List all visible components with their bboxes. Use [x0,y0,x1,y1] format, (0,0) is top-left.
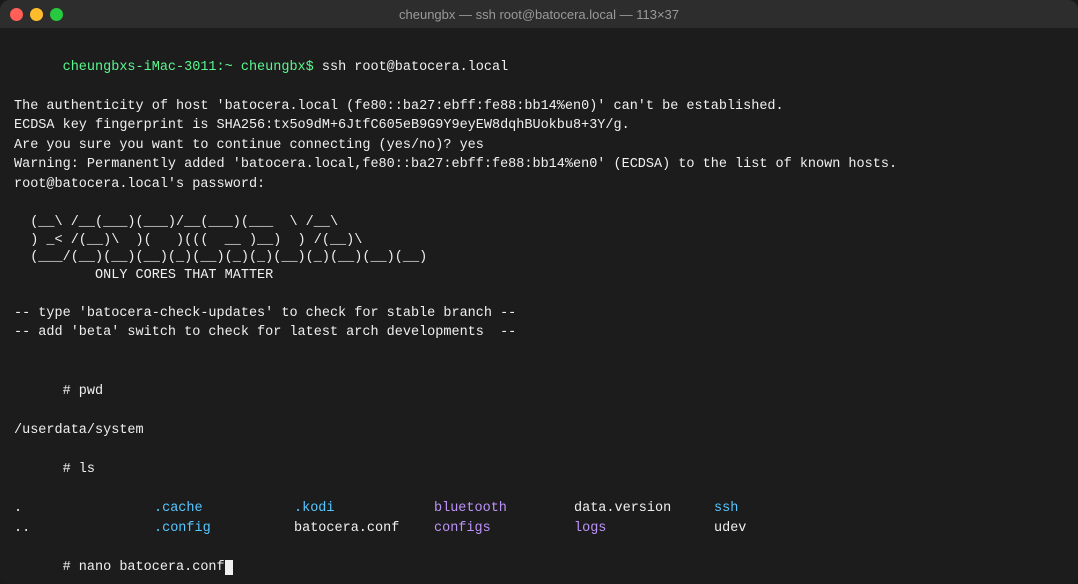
close-button[interactable] [10,8,23,21]
ls-cell-config: .config [154,519,294,539]
ecdsa-line: ECDSA key fingerprint is SHA256:tx5o9dM+… [14,116,1064,136]
terminal-window: cheungbx — ssh root@batocera.local — 113… [0,0,1078,584]
auth-line: The authenticity of host 'batocera.local… [14,97,1064,117]
ls-cell-dot: . [14,499,154,519]
terminal-body[interactable]: cheungbxs-iMac-3011:~ cheungbx$ ssh root… [0,28,1078,584]
beta-line: -- add 'beta' switch to check for latest… [14,323,1064,343]
ls-cell-batocera-conf: batocera.conf [294,519,434,539]
minimize-button[interactable] [30,8,43,21]
nano-cmd-text: # nano batocera.conf [63,560,225,575]
terminal-cursor [225,560,233,575]
window-title: cheungbx — ssh root@batocera.local — 113… [399,7,679,22]
ls-cell-ssh: ssh [714,499,854,519]
pwd-cmd: # pwd [14,363,1064,422]
ls-cell-dotdot: .. [14,519,154,539]
ls-hash: # ls [63,462,95,477]
ls-output: . .cache .kodi bluetooth data.version ss… [14,499,1064,538]
password-line: root@batocera.local's password: [14,175,1064,195]
prompt-user: cheungbxs-iMac-3011:~ cheungbx$ [63,60,314,75]
titlebar: cheungbx — ssh root@batocera.local — 113… [0,0,1078,28]
ascii-line-2: ) _< /(__)\ )( )((( __ )__) ) /(__)\ [14,232,1064,250]
nano-cmd-line: # nano batocera.conf [14,539,1064,584]
check-updates-line: -- type 'batocera-check-updates' to chec… [14,304,1064,324]
warning-line: Warning: Permanently added 'batocera.loc… [14,155,1064,175]
blank3 [14,343,1064,363]
ls-cell-kodi: .kodi [294,499,434,519]
ls-cell-bluetooth: bluetooth [434,499,574,519]
ls-cmd: # ls [14,441,1064,500]
prompt-ssh-line: cheungbxs-iMac-3011:~ cheungbx$ ssh root… [14,38,1064,97]
blank2 [14,284,1064,304]
ascii-art: (__\ /__(___)(___)/__(___)(___ \ /__\ ) … [14,214,1064,284]
blank1 [14,195,1064,215]
ls-cell-cache: .cache [154,499,294,519]
ascii-line-4: ONLY CORES THAT MATTER [14,267,1064,285]
ls-cell-udev: udev [714,519,854,539]
ascii-line-3: (___/(__)(__)(__)(_)(__)(_)(_)(__)(_)(__… [14,249,1064,267]
ls-cell-logs: logs [574,519,714,539]
ssh-command: ssh root@batocera.local [314,60,508,75]
ls-cell-dataversion: data.version [574,499,714,519]
pwd-hash: # pwd [63,384,104,399]
continue-line: Are you sure you want to continue connec… [14,136,1064,156]
maximize-button[interactable] [50,8,63,21]
traffic-lights [10,8,63,21]
ascii-line-1: (__\ /__(___)(___)/__(___)(___ \ /__\ [14,214,1064,232]
ls-cell-configs: configs [434,519,574,539]
pwd-output: /userdata/system [14,421,1064,441]
